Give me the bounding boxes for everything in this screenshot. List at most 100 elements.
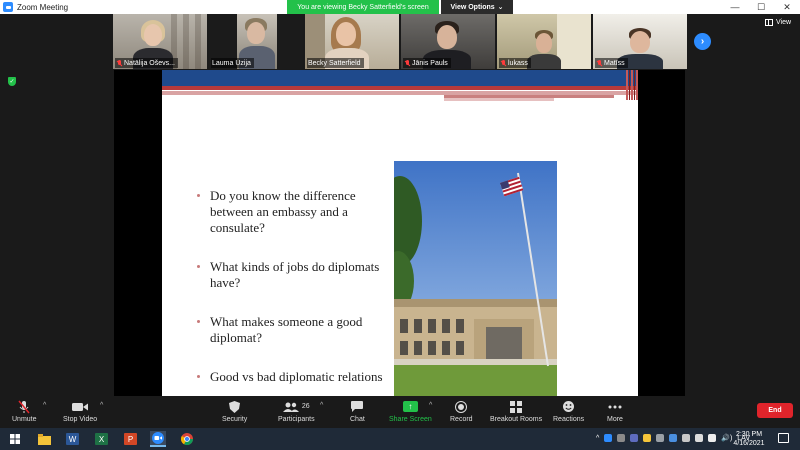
breakout-rooms-label: Breakout Rooms bbox=[490, 416, 543, 423]
mic-muted-icon bbox=[116, 59, 122, 67]
participant-name-tag: Matīss bbox=[595, 58, 628, 68]
smiley-icon bbox=[562, 399, 575, 414]
participants-options-caret[interactable]: ^ bbox=[320, 402, 323, 409]
video-camera-icon bbox=[72, 399, 89, 414]
end-meeting-button[interactable]: End bbox=[757, 403, 793, 418]
stop-video-label: Stop Video bbox=[63, 416, 98, 423]
tray-chevron-icon[interactable]: ^ bbox=[596, 435, 599, 442]
participant-name-tag: Lauma Uzija bbox=[211, 58, 254, 68]
slide-header-stripe bbox=[162, 86, 638, 90]
next-participants-button[interactable]: › bbox=[694, 33, 711, 50]
video-options-caret[interactable]: ^ bbox=[100, 402, 103, 409]
participants-count: 26 bbox=[301, 403, 310, 410]
excel-icon[interactable]: X bbox=[93, 431, 109, 447]
record-label: Record bbox=[450, 416, 473, 423]
notification-icon[interactable] bbox=[778, 433, 789, 443]
participant-name: Natālija Oševs... bbox=[124, 59, 175, 67]
chrome-icon[interactable] bbox=[179, 431, 195, 447]
participant-name: Lauma Uzija bbox=[212, 59, 251, 67]
file-explorer-icon[interactable] bbox=[36, 431, 52, 447]
mic-muted-icon bbox=[500, 59, 506, 67]
more-button[interactable]: More bbox=[607, 399, 623, 423]
zoom-app-icon bbox=[3, 2, 13, 12]
bluetooth-icon[interactable] bbox=[669, 434, 678, 442]
chat-icon bbox=[351, 399, 364, 414]
window-controls: — ☐ ✕ bbox=[722, 0, 800, 14]
shield-icon bbox=[229, 399, 241, 414]
chevron-right-icon: › bbox=[700, 36, 705, 47]
chat-button[interactable]: Chat bbox=[350, 399, 365, 423]
mic-muted-icon bbox=[404, 59, 410, 67]
breakout-rooms-button[interactable]: Breakout Rooms bbox=[490, 399, 542, 423]
security-button[interactable]: Security bbox=[222, 399, 247, 423]
participant-name-tag: Becky Satterfield bbox=[307, 58, 364, 68]
chevron-down-icon: ⌄ bbox=[497, 4, 504, 11]
participant-name-tag: Natālija Oševs... bbox=[115, 58, 178, 68]
share-screen-label: Share Screen bbox=[389, 416, 432, 423]
participant-tile[interactable]: Lauma Uzija bbox=[209, 14, 303, 69]
view-button[interactable]: View bbox=[765, 19, 791, 26]
clock-date: 4/16/2021 bbox=[733, 440, 765, 447]
battery-icon[interactable] bbox=[695, 434, 704, 442]
participant-name: Jānis Pauls bbox=[412, 59, 448, 67]
zoom-window: Zoom Meeting — ☐ ✕ You are viewing Becky… bbox=[0, 0, 800, 450]
windows-start-icon[interactable] bbox=[7, 431, 23, 447]
tray-app-icon[interactable] bbox=[617, 434, 626, 442]
meeting-toolbar: Unmute ^ Stop Video ^ Security 26 Partic… bbox=[0, 396, 800, 428]
zoom-tray-icon[interactable] bbox=[604, 434, 613, 442]
maximize-button[interactable]: ☐ bbox=[748, 0, 774, 14]
stop-video-button[interactable]: Stop Video bbox=[63, 399, 97, 423]
embassy-flag-photo bbox=[394, 161, 557, 396]
more-label: More bbox=[607, 416, 623, 423]
chat-label: Chat bbox=[350, 416, 365, 423]
taskbar-clock[interactable]: 2:30 PM 4/16/2021 bbox=[724, 430, 774, 448]
embassy-photo-drawing bbox=[394, 161, 557, 396]
tray-app-icon[interactable] bbox=[682, 434, 691, 442]
view-button-label: View bbox=[776, 19, 792, 26]
participant-tile[interactable]: Natālija Oševs... bbox=[113, 14, 207, 69]
record-button[interactable]: Record bbox=[450, 399, 473, 423]
viewing-screen-banner: You are viewing Becky Satterfield's scre… bbox=[287, 0, 439, 14]
slide-bullet: Good vs bad diplomatic relations bbox=[196, 369, 386, 385]
slide-bullet: What makes someone a good diplomat? bbox=[196, 314, 386, 346]
shield-check-icon: ✓ bbox=[9, 79, 15, 85]
powerpoint-icon[interactable]: P bbox=[122, 431, 138, 447]
more-dots-icon bbox=[608, 399, 622, 414]
participants-icon: 26 bbox=[282, 399, 310, 414]
slide-corner-stripes bbox=[626, 70, 638, 100]
unmute-label: Unmute bbox=[12, 416, 37, 423]
grid-view-icon bbox=[765, 19, 773, 26]
windows-taskbar: W X P ^ 🔊) LAV bbox=[0, 428, 800, 450]
participant-tile[interactable]: Matīss bbox=[593, 14, 687, 69]
participant-name: Matīss bbox=[604, 59, 625, 67]
close-button[interactable]: ✕ bbox=[774, 0, 800, 14]
zoom-taskbar-icon[interactable] bbox=[150, 431, 166, 447]
shield-icon[interactable]: ✓ bbox=[8, 77, 16, 86]
audio-options-caret[interactable]: ^ bbox=[43, 402, 46, 409]
participant-tile[interactable]: lukass bbox=[497, 14, 591, 69]
participant-name: lukass bbox=[508, 59, 528, 67]
slide-bullet-list: Do you know the difference between an em… bbox=[196, 188, 386, 396]
tray-app-icon[interactable] bbox=[643, 434, 652, 442]
unmute-button[interactable]: Unmute bbox=[12, 399, 37, 423]
record-icon bbox=[455, 399, 468, 414]
participant-tile[interactable]: Jānis Pauls bbox=[401, 14, 495, 69]
participant-name-tag: lukass bbox=[499, 58, 531, 68]
breakout-rooms-icon bbox=[510, 399, 523, 414]
tray-app-icon[interactable] bbox=[656, 434, 665, 442]
participant-name-tag: Jānis Pauls bbox=[403, 58, 451, 68]
minimize-button[interactable]: — bbox=[722, 0, 748, 14]
share-options-caret[interactable]: ^ bbox=[429, 402, 432, 409]
slide-header-stripe bbox=[444, 98, 554, 101]
word-icon[interactable]: W bbox=[64, 431, 80, 447]
reactions-button[interactable]: Reactions bbox=[553, 399, 584, 423]
security-label: Security bbox=[222, 416, 248, 423]
participant-tile-active[interactable]: Becky Satterfield bbox=[305, 14, 399, 69]
view-options-button[interactable]: View Options ⌄ bbox=[441, 0, 513, 14]
end-label: End bbox=[768, 407, 782, 414]
share-screen-button[interactable]: ↑ Share Screen bbox=[389, 399, 432, 423]
presentation-slide: Do you know the difference between an em… bbox=[162, 70, 638, 396]
tray-app-icon[interactable] bbox=[630, 434, 639, 442]
wifi-icon[interactable] bbox=[708, 434, 717, 442]
participants-button[interactable]: 26 Participants bbox=[278, 399, 315, 423]
